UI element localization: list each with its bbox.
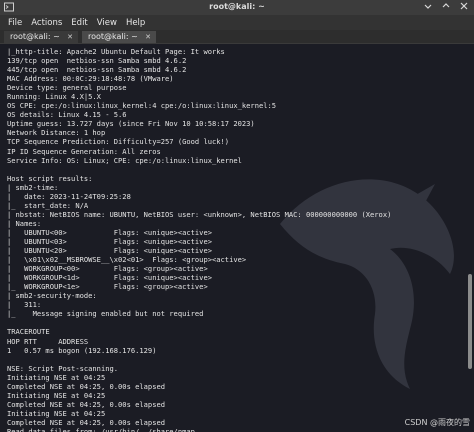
terminal-line: 1 0.57 ms bogon (192.168.176.129) (7, 345, 157, 355)
menu-help[interactable]: Help (126, 18, 145, 28)
terminal-line: |_http-title: Apache2 Ubuntu Default Pag… (7, 47, 225, 56)
menu-bar: File Actions Edit View Help (0, 15, 474, 30)
close-icon[interactable]: ✕ (145, 31, 151, 43)
tab-terminal-2[interactable]: root@kali: ~ ✕ (82, 31, 156, 43)
terminal-line: Running: Linux 4.X|5.X (7, 92, 101, 102)
terminal-line: Initiating NSE at 04:25 (7, 408, 106, 418)
menu-view[interactable]: View (97, 18, 117, 28)
terminal-line: HOP RTT ADDRESS (7, 336, 89, 346)
terminal-line: | \x01\x02__MSBROWSE__\x02<01> Flags: <g… (7, 255, 247, 265)
terminal-line: | smb2-security-mode: (7, 291, 97, 301)
window-controls (422, 1, 470, 13)
terminal-window: root@kali: ~ File Actions Edit View Help… (0, 0, 474, 432)
terminal-line: |_ Message signing enabled but not requi… (7, 309, 204, 319)
terminal-line: 139/tcp open netbios-ssn Samba smbd 4.6.… (7, 56, 187, 66)
tab-terminal-1[interactable]: root@kali: ~ ✕ (4, 31, 78, 43)
terminal-line: TRACEROUTE (7, 327, 50, 337)
maximize-icon[interactable] (440, 1, 452, 13)
scrollbar-thumb[interactable] (468, 274, 472, 369)
terminal-line: Uptime guess: 13.727 days (since Fri Nov… (7, 119, 255, 129)
terminal-line: | UBUNTU<03> Flags: <unique><active> (7, 236, 212, 246)
terminal-line: Completed NSE at 04:25, 0.00s elapsed (7, 399, 166, 409)
terminal-line: |_ start_date: N/A (7, 200, 89, 210)
terminal-line: | Names: (7, 218, 42, 228)
terminal-line: TCP Sequence Prediction: Difficulty=257 … (7, 137, 230, 147)
terminal-line: | nbstat: NetBIOS name: UBUNTU, NetBIOS … (7, 209, 392, 219)
terminal-line: 445/tcp open netbios-ssn Samba smbd 4.6.… (7, 65, 187, 75)
menu-actions[interactable]: Actions (31, 18, 62, 28)
tab-bar: root@kali: ~ ✕ root@kali: ~ ✕ (0, 30, 474, 44)
terminal-line: |_ WORKGROUP<1e> Flags: <group><active> (7, 282, 208, 292)
terminal-line: Network Distance: 1 hop (7, 128, 106, 138)
terminal-line: IP ID Sequence Generation: All zeros (7, 146, 161, 156)
terminal-line: Device type: general purpose (7, 83, 127, 93)
terminal-line: Completed NSE at 04:25, 0.00s elapsed (7, 381, 166, 391)
terminal-line: Completed NSE at 04:25, 0.00s elapsed (7, 417, 166, 427)
terminal-line: | smb2-time: (7, 182, 59, 192)
terminal-line: | UBUNTU<00> Flags: <unique><active> (7, 227, 212, 237)
terminal-line: NSE: Script Post-scanning. (7, 363, 119, 373)
tab-label: root@kali: ~ (10, 32, 60, 41)
terminal-line: Initiating NSE at 04:25 (7, 372, 106, 382)
minimize-icon[interactable] (422, 1, 434, 13)
terminal-line: | date: 2023-11-24T09:25:28 (7, 191, 131, 201)
window-title: root@kali: ~ (209, 2, 265, 11)
terminal-line: OS CPE: cpe:/o:linux:linux_kernel:4 cpe:… (7, 101, 277, 111)
terminal-line: Initiating NSE at 04:25 (7, 390, 106, 400)
terminal-line: Read data files from: /usr/bin/../share/… (7, 426, 195, 432)
terminal-line: Host script results: (7, 173, 93, 183)
terminal-line: | 311: (7, 300, 42, 310)
terminal-output[interactable]: |_http-title: Apache2 Ubuntu Default Pag… (0, 44, 474, 432)
scrollbar[interactable] (467, 46, 472, 430)
terminal-line: | WORKGROUP<00> Flags: <group><active> (7, 264, 208, 274)
watermark-text: CSDN @雨夜的雪 (404, 418, 470, 427)
close-icon[interactable] (458, 1, 470, 13)
close-icon[interactable]: ✕ (67, 31, 73, 43)
tab-label: root@kali: ~ (88, 32, 138, 41)
terminal-line: MAC Address: 00:0C:29:18:48:78 (VMware) (7, 74, 174, 84)
menu-file[interactable]: File (8, 18, 22, 28)
title-bar[interactable]: root@kali: ~ (0, 0, 474, 15)
terminal-line: Service Info: OS: Linux; CPE: cpe:/o:lin… (7, 155, 242, 165)
terminal-line: | UBUNTU<20> Flags: <unique><active> (7, 246, 212, 256)
menu-edit[interactable]: Edit (71, 18, 87, 28)
terminal-line: OS details: Linux 4.15 - 5.6 (7, 110, 127, 120)
terminal-line: | WORKGROUP<1d> Flags: <unique><active> (7, 273, 212, 283)
terminal-lines: |_http-title: Apache2 Ubuntu Default Pag… (7, 47, 462, 432)
